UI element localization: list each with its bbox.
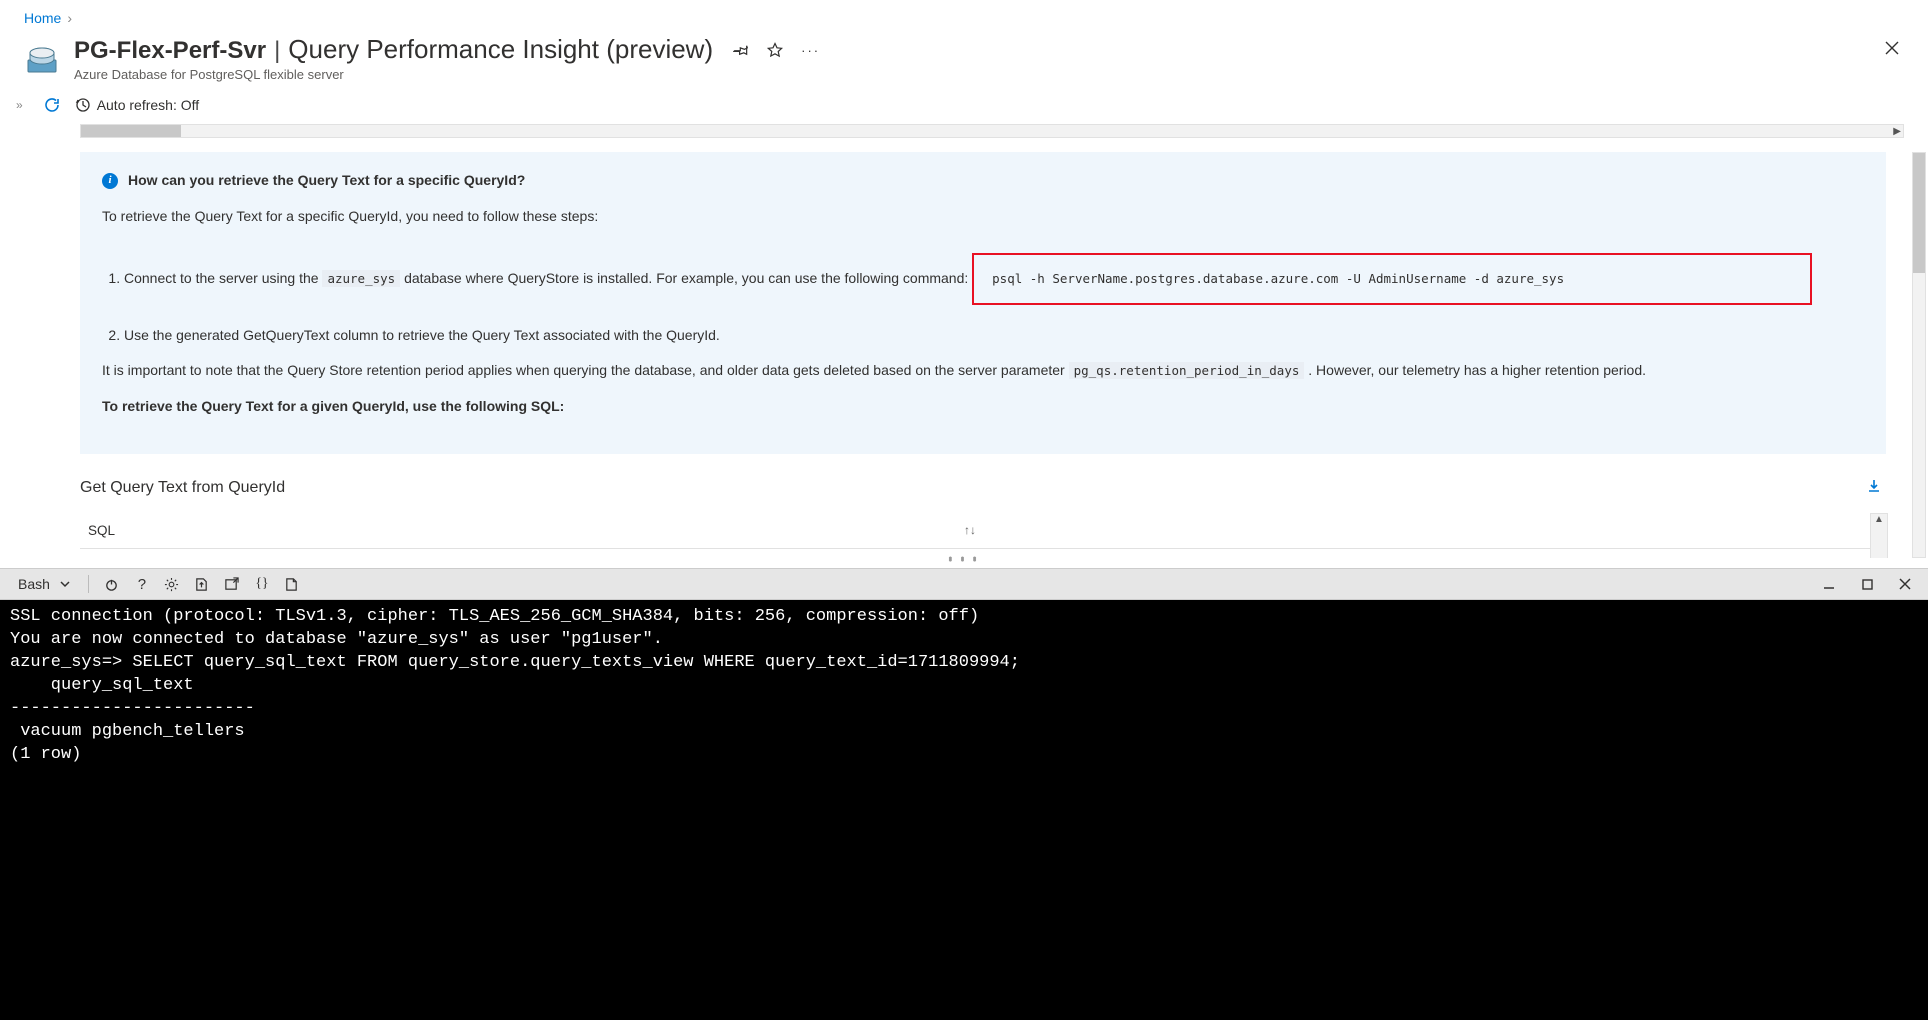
- column-header-sql[interactable]: SQL↑↓: [80, 513, 1886, 549]
- close-shell-icon[interactable]: [1892, 571, 1918, 597]
- callout-sql-prompt: To retrieve the Query Text for a given Q…: [102, 396, 1864, 418]
- pane-resize-grip[interactable]: ● ● ●● ● ●: [0, 558, 1928, 568]
- breadcrumb-home-link[interactable]: Home: [24, 10, 61, 26]
- settings-gear-icon[interactable]: [159, 571, 185, 597]
- inline-code-retention: pg_qs.retention_period_in_days: [1069, 362, 1305, 379]
- power-icon[interactable]: [99, 571, 125, 597]
- inline-code-azure-sys: azure_sys: [322, 270, 400, 287]
- psql-command-box: psql -h ServerName.postgres.database.azu…: [972, 253, 1812, 304]
- query-text-table: SQL↑↓ SELECT query_sql_text FROM query_s…: [80, 513, 1886, 558]
- page-header: PG-Flex-Perf-Svr | Query Performance Ins…: [0, 30, 1928, 92]
- cloud-shell-terminal[interactable]: SSL connection (protocol: TLSv1.3, ciphe…: [0, 600, 1928, 1020]
- help-icon[interactable]: ?: [129, 571, 155, 597]
- sql-cell: SELECT query_sql_text FROM query_store.q…: [80, 548, 1886, 558]
- download-icon[interactable]: [1866, 478, 1882, 499]
- cloud-shell-toolbar: Bash ? {}: [0, 568, 1928, 600]
- horizontal-scrollbar[interactable]: ▶: [80, 124, 1904, 138]
- content-vertical-scrollbar[interactable]: [1910, 152, 1928, 558]
- sort-icon: ↑↓: [964, 523, 976, 537]
- title-separator: |: [268, 37, 286, 65]
- page-title: Query Performance Insight (preview): [288, 34, 713, 65]
- chevron-right-icon: ›: [67, 10, 72, 26]
- main-content: i How can you retrieve the Query Text fo…: [0, 152, 1910, 558]
- maximize-icon[interactable]: [1854, 571, 1880, 597]
- refresh-button[interactable]: [43, 96, 61, 114]
- auto-refresh-label: Auto refresh: Off: [97, 97, 199, 113]
- table-row[interactable]: SELECT query_sql_text FROM query_store.q…: [80, 548, 1886, 558]
- auto-refresh-toggle[interactable]: Auto refresh: Off: [75, 97, 199, 113]
- pin-icon[interactable]: [733, 42, 749, 58]
- braces-icon[interactable]: {}: [249, 571, 275, 597]
- callout-intro: To retrieve the Query Text for a specifi…: [102, 206, 1864, 228]
- minimize-icon[interactable]: [1816, 571, 1842, 597]
- resource-type-subtitle: Azure Database for PostgreSQL flexible s…: [74, 67, 820, 82]
- open-editor-icon[interactable]: [279, 571, 305, 597]
- star-icon[interactable]: [767, 42, 783, 58]
- table-vertical-scrollbar[interactable]: ▲: [1870, 513, 1888, 558]
- callout-step-1: Connect to the server using the azure_sy…: [124, 241, 1864, 310]
- info-icon: i: [102, 173, 118, 189]
- upload-file-icon[interactable]: [189, 571, 215, 597]
- callout-step-2: Use the generated GetQueryText column to…: [124, 325, 1864, 347]
- command-bar: » Auto refresh: Off: [0, 92, 1928, 124]
- close-blade-icon[interactable]: [1884, 40, 1900, 56]
- more-icon[interactable]: ···: [801, 43, 820, 58]
- shell-selector[interactable]: Bash: [10, 576, 78, 592]
- collapse-menu-icon[interactable]: »: [16, 98, 23, 112]
- postgresql-resource-icon: [24, 40, 60, 76]
- breadcrumb: Home ›: [0, 0, 1928, 30]
- new-session-icon[interactable]: [219, 571, 245, 597]
- resource-name: PG-Flex-Perf-Svr: [74, 37, 266, 65]
- callout-title: How can you retrieve the Query Text for …: [128, 170, 525, 192]
- callout-note: It is important to note that the Query S…: [102, 360, 1864, 382]
- section-title: Get Query Text from QueryId: [80, 479, 285, 497]
- info-callout: i How can you retrieve the Query Text fo…: [80, 152, 1886, 454]
